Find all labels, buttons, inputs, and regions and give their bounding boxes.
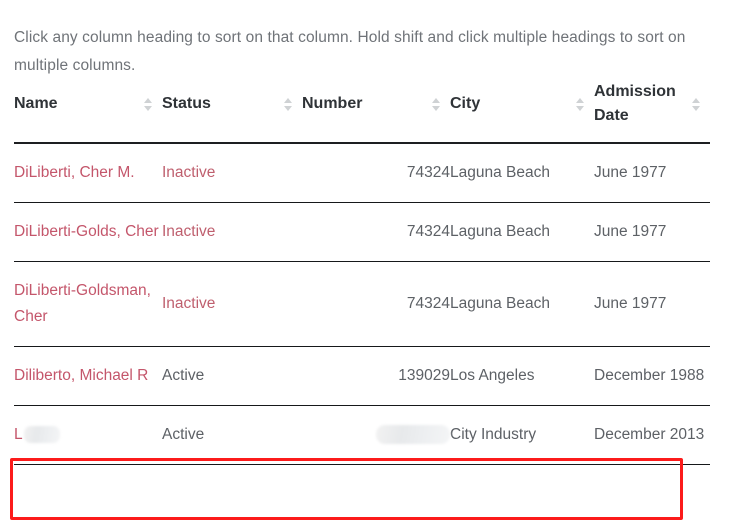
cell-city: Los Angeles — [450, 346, 594, 406]
person-name-link[interactable]: DiLiberti, Cher M. — [14, 164, 135, 181]
cell-city: City Industry — [450, 405, 594, 465]
sort-updown-icon[interactable] — [431, 96, 440, 112]
person-name-link[interactable]: Diliberto, Michael R — [14, 367, 148, 384]
sortable-table-page: Click any column heading to sort on that… — [0, 0, 734, 526]
highlighted-row-annotation-box — [10, 458, 683, 520]
table-row[interactable]: DiLiberti, Cher M. Inactive 74324 Laguna… — [14, 143, 710, 203]
column-header-city[interactable]: City — [450, 74, 594, 144]
cell-number — [302, 405, 450, 465]
cell-city: Laguna Beach — [450, 143, 594, 203]
person-name-link-partial[interactable]: L — [14, 426, 23, 443]
cell-admission-date: June 1977 — [594, 143, 710, 203]
table-body: DiLiberti, Cher M. Inactive 74324 Laguna… — [14, 143, 710, 465]
cell-status: Inactive — [162, 261, 302, 347]
cell-status: Inactive — [162, 143, 302, 203]
sort-updown-icon[interactable] — [283, 96, 292, 112]
table-row-highlighted[interactable]: L Active City Industry December 2013 — [14, 405, 710, 465]
column-header-status[interactable]: Status — [162, 74, 302, 144]
cell-name: Diliberto, Michael R — [14, 346, 162, 406]
column-header-status-label: Status — [162, 95, 211, 112]
person-name-link[interactable]: DiLiberti-Golds, Cher — [14, 223, 159, 240]
table-header: Name Status Number City Admission Date — [14, 74, 710, 144]
redacted-number-block — [376, 425, 450, 445]
sort-updown-icon[interactable] — [575, 96, 584, 112]
sort-updown-icon[interactable] — [143, 96, 152, 112]
cell-city: Laguna Beach — [450, 261, 594, 347]
column-header-admission-date[interactable]: Admission Date — [594, 74, 710, 144]
table-header-row: Name Status Number City Admission Date — [14, 74, 710, 144]
cell-city: Laguna Beach — [450, 202, 594, 262]
cell-admission-date: December 2013 — [594, 405, 710, 465]
cell-admission-date: June 1977 — [594, 202, 710, 262]
cell-number: 74324 — [302, 202, 450, 262]
table-row[interactable]: DiLiberti-Goldsman, Cher Inactive 74324 … — [14, 261, 710, 347]
column-header-number[interactable]: Number — [302, 74, 450, 144]
cell-number: 74324 — [302, 261, 450, 347]
redacted-name-block — [23, 426, 60, 444]
table-row[interactable]: Diliberto, Michael R Active 139029 Los A… — [14, 346, 710, 406]
cell-admission-date: June 1977 — [594, 261, 710, 347]
cell-name: DiLiberti, Cher M. — [14, 143, 162, 203]
data-table-container: Name Status Number City Admission Date D… — [14, 74, 710, 465]
table-row[interactable]: DiLiberti-Golds, Cher Inactive 74324 Lag… — [14, 202, 710, 262]
cell-number: 74324 — [302, 143, 450, 203]
column-header-admission-date-label: Admission Date — [594, 83, 676, 124]
cell-name: L — [14, 405, 162, 465]
column-header-name[interactable]: Name — [14, 74, 162, 144]
cell-status: Active — [162, 346, 302, 406]
cell-name: DiLiberti-Goldsman, Cher — [14, 261, 162, 347]
column-header-number-label: Number — [302, 95, 363, 112]
cell-status: Active — [162, 405, 302, 465]
cell-name: DiLiberti-Golds, Cher — [14, 202, 162, 262]
column-header-city-label: City — [450, 95, 481, 112]
sort-instructions-text: Click any column heading to sort on that… — [14, 28, 686, 74]
column-header-name-label: Name — [14, 95, 58, 112]
cell-number: 139029 — [302, 346, 450, 406]
cell-status: Inactive — [162, 202, 302, 262]
person-name-link[interactable]: DiLiberti-Goldsman, Cher — [14, 282, 151, 325]
sort-updown-icon[interactable] — [691, 96, 700, 112]
cell-admission-date: December 1988 — [594, 346, 710, 406]
persons-table: Name Status Number City Admission Date D… — [14, 74, 710, 465]
